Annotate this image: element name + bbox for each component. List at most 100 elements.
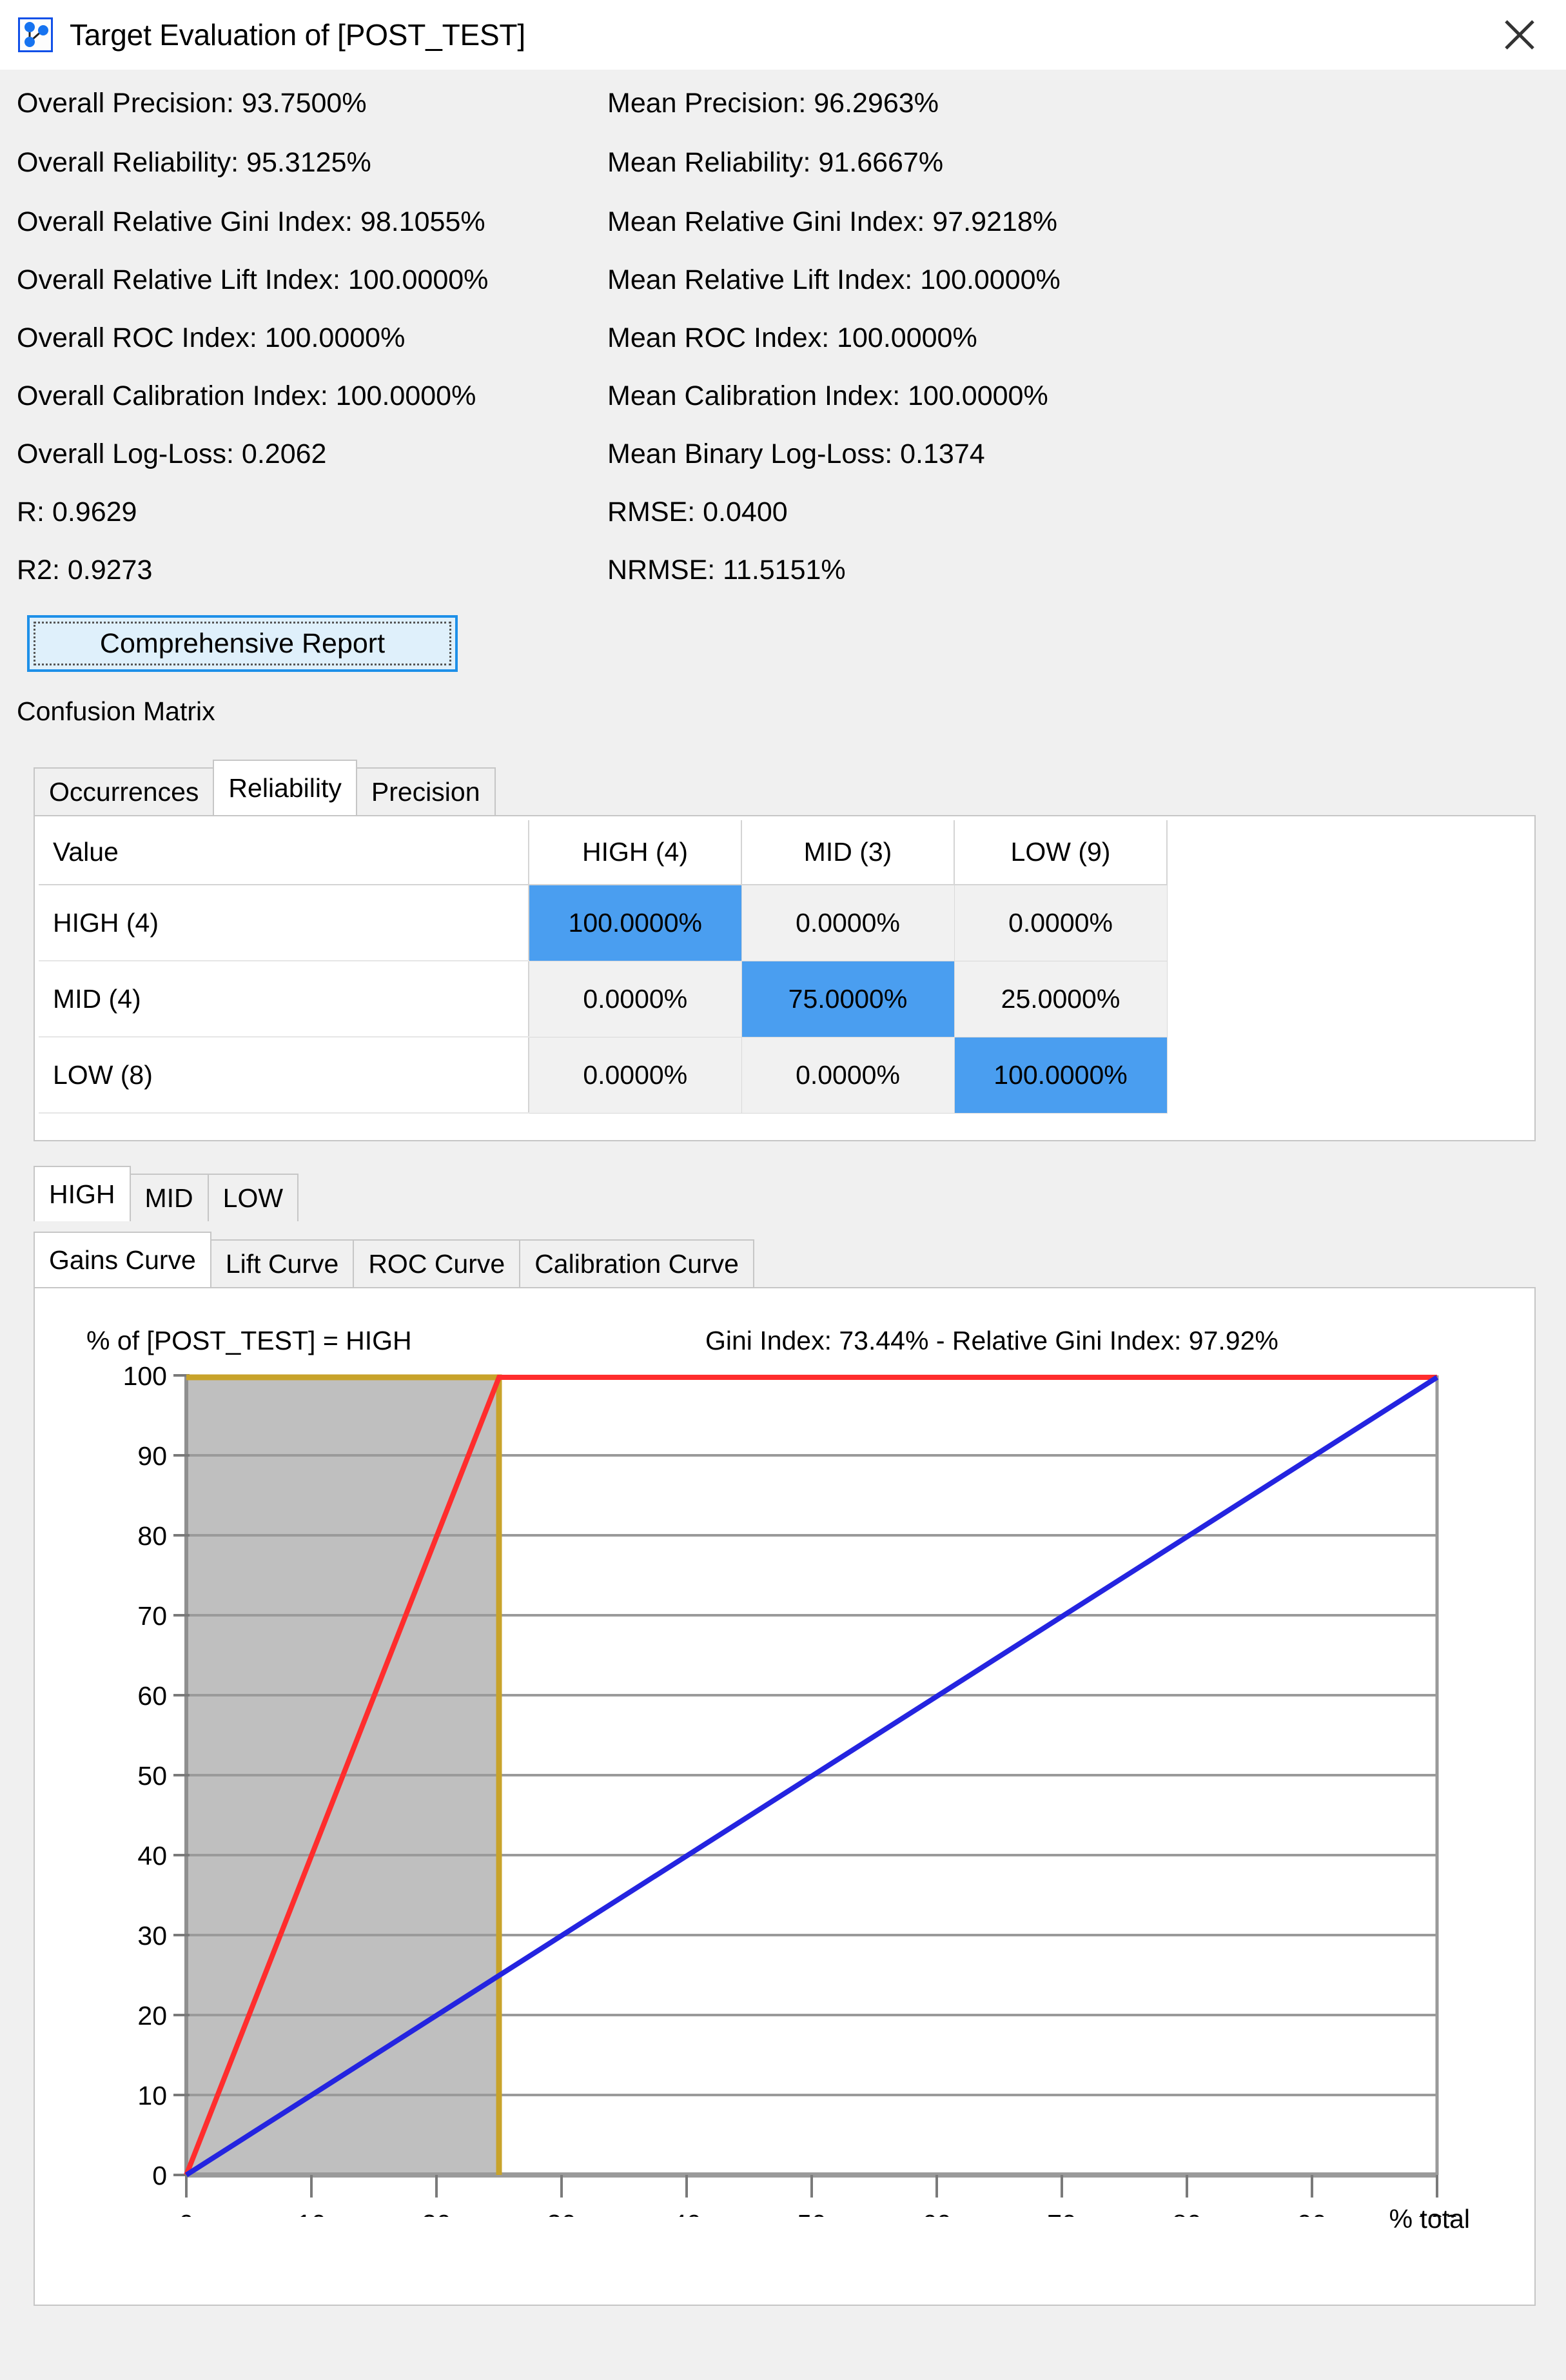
window-bottom-strip [0, 2308, 1566, 2380]
tab-calibration-curve[interactable]: Calibration Curve [519, 1239, 754, 1287]
confusion-matrix-tabs: Occurrences Reliability Precision [34, 760, 1536, 815]
tab-gains-curve-label: Gains Curve [49, 1245, 196, 1275]
close-x-glyph [1502, 17, 1538, 53]
confusion-matrix-panel: Value HIGH (4) MID (3) LOW (9) HIGH (4) … [34, 815, 1536, 1141]
chart-plot-group: 100 90 80 70 60 50 40 30 20 10 0 [123, 1366, 1460, 2217]
y-tick-10: 10 [137, 2081, 167, 2110]
chart-annotation: Gini Index: 73.44% - Relative Gini Index… [705, 1326, 1278, 1356]
stat-mean-precision: Mean Precision: 96.2963% [607, 88, 939, 119]
y-tick-30: 30 [137, 1921, 167, 1951]
x-tick-30: 30 [547, 2209, 576, 2217]
stat-overall-precision: Overall Precision: 93.7500% [17, 88, 616, 119]
gains-curve-chart-panel: % of [POST_TEST] = HIGH Gini Index: 73.4… [34, 1287, 1536, 2306]
stat-mean-binary-log-loss: Mean Binary Log-Loss: 0.1374 [607, 438, 985, 470]
stat-mean-reliability: Mean Reliability: 91.6667% [607, 147, 943, 179]
x-tick-labels: 0 10 20 30 40 50 60 70 80 90 100 [179, 2209, 1460, 2217]
x-tick-10: 10 [297, 2209, 326, 2217]
stat-mean-calibration: Mean Calibration Index: 100.0000% [607, 380, 1048, 412]
x-tick-40: 40 [672, 2209, 701, 2217]
y-tick-70: 70 [137, 1601, 167, 1631]
class-tabs: HIGH MID LOW [34, 1166, 1536, 1221]
y-tick-50: 50 [137, 1761, 167, 1791]
tab-class-mid[interactable]: MID [130, 1174, 209, 1221]
confusion-matrix-label: Confusion Matrix [17, 696, 215, 727]
comprehensive-report-button[interactable]: Comprehensive Report [27, 615, 458, 672]
y-tick-90: 90 [137, 1441, 167, 1471]
y-tick-labels: 100 90 80 70 60 50 40 30 20 10 0 [123, 1366, 167, 2190]
x-tick-0: 0 [179, 2209, 194, 2217]
tab-roc-curve-label: ROC Curve [368, 1249, 505, 1279]
tab-class-low-label: LOW [223, 1183, 283, 1214]
table-row: HIGH (4) 100.0000% 0.0000% 0.0000% [39, 885, 1167, 961]
row-label-mid: MID (4) [39, 961, 529, 1037]
stat-overall-reliability: Overall Reliability: 95.3125% [17, 147, 616, 179]
cell-mid-low[interactable]: 25.0000% [954, 961, 1167, 1037]
tab-class-high[interactable]: HIGH [34, 1166, 131, 1221]
tab-class-mid-label: MID [145, 1183, 193, 1214]
tab-precision-label: Precision [371, 777, 480, 807]
gains-curve-svg: 100 90 80 70 60 50 40 30 20 10 0 [35, 1366, 1534, 2217]
table-header-row: Value HIGH (4) MID (3) LOW (9) [39, 820, 1167, 885]
tab-roc-curve[interactable]: ROC Curve [353, 1239, 520, 1287]
close-icon[interactable] [1493, 9, 1547, 61]
window-titlebar: Target Evaluation of [POST_TEST] [0, 0, 1566, 70]
col-header-low[interactable]: LOW (9) [954, 820, 1167, 885]
tab-occurrences-label: Occurrences [49, 777, 199, 807]
tab-class-low[interactable]: LOW [208, 1174, 299, 1221]
y-tick-20: 20 [137, 2001, 167, 2031]
stat-nrmse: NRMSE: 11.5151% [607, 555, 846, 586]
tab-reliability-label: Reliability [228, 773, 341, 803]
y-tick-80: 80 [137, 1521, 167, 1551]
tab-reliability[interactable]: Reliability [213, 760, 357, 815]
x-tick-80: 80 [1172, 2209, 1202, 2217]
tab-lift-curve-label: Lift Curve [226, 1249, 338, 1279]
y-tick-40: 40 [137, 1841, 167, 1871]
network-nodes-icon [18, 17, 53, 52]
stat-overall-relative-lift: Overall Relative Lift Index: 100.0000% [17, 264, 616, 296]
cell-mid-mid[interactable]: 75.0000% [741, 961, 954, 1037]
col-header-mid[interactable]: MID (3) [741, 820, 954, 885]
stat-overall-relative-gini: Overall Relative Gini Index: 98.1055% [17, 206, 616, 238]
col-header-value[interactable]: Value [39, 820, 529, 885]
stat-overall-log-loss: Overall Log-Loss: 0.2062 [17, 438, 616, 470]
tab-occurrences[interactable]: Occurrences [34, 767, 214, 815]
table-row: LOW (8) 0.0000% 0.0000% 100.0000% [39, 1037, 1167, 1113]
window-title: Target Evaluation of [POST_TEST] [70, 17, 525, 52]
row-label-low: LOW (8) [39, 1037, 529, 1113]
stat-mean-relative-lift: Mean Relative Lift Index: 100.0000% [607, 264, 1061, 296]
x-tick-60: 60 [922, 2209, 952, 2217]
tab-precision[interactable]: Precision [356, 767, 496, 815]
cell-high-low[interactable]: 0.0000% [954, 885, 1167, 961]
table-row: MID (4) 0.0000% 75.0000% 25.0000% [39, 961, 1167, 1037]
stat-rmse: RMSE: 0.0400 [607, 497, 788, 528]
cell-high-high[interactable]: 100.0000% [529, 885, 741, 961]
tab-lift-curve[interactable]: Lift Curve [210, 1239, 354, 1287]
x-tick-90: 90 [1297, 2209, 1327, 2217]
chart-title: % of [POST_TEST] = HIGH [86, 1326, 412, 1356]
stat-overall-roc: Overall ROC Index: 100.0000% [17, 322, 616, 354]
tab-class-high-label: HIGH [49, 1179, 115, 1210]
cell-low-low[interactable]: 100.0000% [954, 1037, 1167, 1113]
comprehensive-report-label: Comprehensive Report [100, 628, 385, 660]
curve-tabs: Gains Curve Lift Curve ROC Curve Calibra… [34, 1232, 1536, 1287]
x-tick-marks [186, 2175, 1437, 2198]
cell-low-mid[interactable]: 0.0000% [741, 1037, 954, 1113]
chart-x-axis-label: % total [1389, 2204, 1470, 2234]
tab-gains-curve[interactable]: Gains Curve [34, 1232, 211, 1287]
cell-low-high[interactable]: 0.0000% [529, 1037, 741, 1113]
stat-r: R: 0.9629 [17, 497, 616, 528]
stat-r2: R2: 0.9273 [17, 555, 616, 586]
tab-calibration-curve-label: Calibration Curve [534, 1249, 739, 1279]
col-header-high[interactable]: HIGH (4) [529, 820, 741, 885]
evaluation-stats: Overall Precision: 93.7500% Mean Precisi… [0, 70, 1566, 611]
y-tick-100: 100 [123, 1366, 167, 1391]
stat-mean-roc: Mean ROC Index: 100.0000% [607, 322, 977, 354]
y-tick-60: 60 [137, 1681, 167, 1711]
stat-overall-calibration: Overall Calibration Index: 100.0000% [17, 380, 616, 412]
stat-mean-relative-gini: Mean Relative Gini Index: 97.9218% [607, 206, 1057, 238]
cell-mid-high[interactable]: 0.0000% [529, 961, 741, 1037]
row-label-high: HIGH (4) [39, 885, 529, 961]
cell-high-mid[interactable]: 0.0000% [741, 885, 954, 961]
x-tick-20: 20 [422, 2209, 451, 2217]
confusion-matrix-table: Value HIGH (4) MID (3) LOW (9) HIGH (4) … [39, 820, 1168, 1114]
